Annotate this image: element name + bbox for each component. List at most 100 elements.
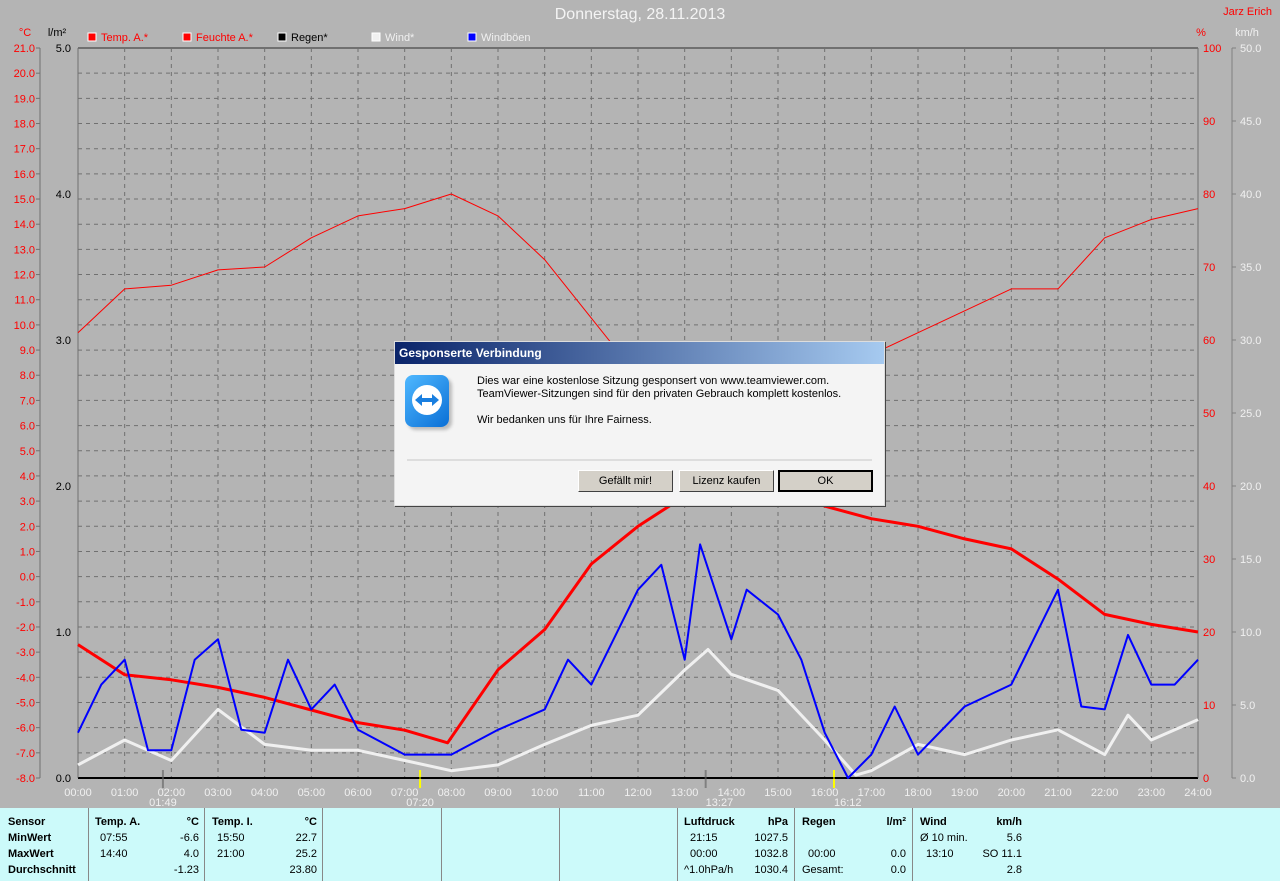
- temp-i-min-time: 15:50: [217, 832, 245, 844]
- x-tick-label: 03:00: [204, 787, 232, 799]
- humidity-tick-label: 30: [1203, 554, 1215, 566]
- temp-a-min: -6.6: [180, 832, 199, 844]
- wind-avg10: 5.6: [1006, 832, 1022, 844]
- temp-tick-label: -5.0: [16, 697, 35, 709]
- x-tick-label: 12:00: [624, 787, 652, 799]
- wind-tick-label: 40.0: [1240, 189, 1261, 201]
- temp-i-header: Temp. I.: [212, 816, 253, 828]
- temp-tick-label: 19.0: [14, 93, 35, 105]
- pressure-min: 1027.5: [754, 832, 788, 844]
- wind-tick-label: 50.0: [1240, 43, 1261, 55]
- like-button[interactable]: Gefällt mir!: [578, 470, 673, 492]
- wind-tick-label: 45.0: [1240, 116, 1261, 128]
- rain-tick-label: 4.0: [56, 189, 71, 201]
- temp-tick-label: 1.0: [20, 546, 35, 558]
- rain-tick-label: 0.0: [56, 773, 71, 785]
- dialog-separator: [407, 459, 872, 461]
- humidity-tick-label: 100: [1203, 43, 1221, 55]
- dialog-title[interactable]: Gesponserte Verbindung: [395, 342, 884, 364]
- x-tick-label: 18:00: [904, 787, 932, 799]
- pressure-min-time: 21:15: [690, 832, 718, 844]
- temp-tick-label: -6.0: [16, 723, 35, 735]
- wind-header: Wind: [920, 816, 947, 828]
- temp-tick-label: -2.0: [16, 622, 35, 634]
- legend-label: Wind*: [385, 32, 415, 44]
- temp-tick-label: 11.0: [14, 295, 35, 307]
- humidity-tick-label: 70: [1203, 262, 1215, 274]
- moonrise-icon: 01:49: [149, 797, 177, 808]
- pressure-unit: hPa: [767, 816, 788, 828]
- temp-tick-label: 2.0: [20, 521, 35, 533]
- x-tick-label: 05:00: [298, 787, 326, 799]
- temp-a-max: 4.0: [183, 848, 199, 860]
- x-tick-label: 00:00: [64, 787, 92, 799]
- legend-label: Feuchte A.*: [196, 32, 254, 44]
- moonset-icon: 13:27: [706, 797, 734, 808]
- legend-label: Windböen: [481, 32, 531, 44]
- temp-tick-label: 12.0: [14, 270, 35, 282]
- row-max-label: MaxWert: [8, 848, 54, 860]
- sunset-icon: 16:12: [834, 797, 862, 808]
- x-tick-label: 20:00: [998, 787, 1026, 799]
- x-tick-label: 13:00: [671, 787, 699, 799]
- legend-swatch: [182, 32, 192, 42]
- dialog-message: Dies war eine kostenlose Sitzung gespons…: [477, 375, 841, 427]
- temp-i-unit: °C: [304, 816, 317, 828]
- rain-max-time: 00:00: [808, 848, 836, 860]
- humidity-tick-label: 40: [1203, 481, 1215, 493]
- stats-col-pressure: Luftdruck hPa 21:15 1027.5 00:00 1032.8 …: [678, 808, 795, 881]
- wind-tick-label: 15.0: [1240, 554, 1261, 566]
- temp-tick-label: 16.0: [14, 169, 35, 181]
- temp-tick-label: 17.0: [14, 144, 35, 156]
- wind-tick-label: 0.0: [1240, 773, 1255, 785]
- stats-col-temp-i: Temp. I. °C 15:50 22.7 21:00 25.2 23.80: [205, 808, 323, 881]
- x-tick-label: 22:00: [1091, 787, 1119, 799]
- temp-i-max-time: 21:00: [217, 848, 245, 860]
- humidity-tick-label: 60: [1203, 335, 1215, 347]
- pressure-max: 1032.8: [754, 848, 788, 860]
- temp-tick-label: -8.0: [16, 773, 35, 785]
- temp-tick-label: 7.0: [20, 395, 35, 407]
- temp-a-header: Temp. A.: [95, 816, 141, 828]
- rain-header: Regen: [802, 816, 836, 828]
- buy-license-button[interactable]: Lizenz kaufen: [679, 470, 774, 492]
- temp-tick-label: 15.0: [14, 194, 35, 206]
- x-tick-label: 10:00: [531, 787, 559, 799]
- temp-a-min-time: 07:55: [100, 832, 128, 844]
- wind-unit: km/h: [996, 816, 1022, 828]
- legend-swatch: [277, 32, 287, 42]
- temp-tick-label: -3.0: [16, 647, 35, 659]
- rain-unit: l/m²: [886, 816, 906, 828]
- temp-a-avg: -1.23: [173, 864, 199, 876]
- temp-tick-label: 14.0: [14, 219, 35, 231]
- temp-tick-label: 13.0: [14, 244, 35, 256]
- wind-tick-label: 25.0: [1240, 408, 1261, 420]
- temp-tick-label: -1.0: [16, 597, 35, 609]
- rain-tick-label: 2.0: [56, 481, 71, 493]
- stats-col-sensor: Sensor MinWert MaxWert Durchschnitt: [0, 808, 89, 881]
- x-tick-label: 24:00: [1184, 787, 1212, 799]
- pressure-header: Luftdruck: [684, 816, 735, 828]
- humidity-axis-unit: %: [1196, 27, 1206, 39]
- stats-col-wind: Wind km/h Ø 10 min. 5.6 13:10 SO 11.1 2.…: [913, 808, 1030, 881]
- x-tick-label: 17:00: [858, 787, 886, 799]
- temp-tick-label: 6.0: [20, 421, 35, 433]
- temp-i-min: 22.7: [295, 832, 317, 844]
- humidity-tick-label: 50: [1203, 408, 1215, 420]
- pressure-trend: ^1.0hPa/h: [684, 864, 734, 876]
- legend-label: Regen*: [291, 32, 328, 44]
- x-tick-label: 04:00: [251, 787, 279, 799]
- wind-tick-label: 20.0: [1240, 481, 1261, 493]
- stats-table: Sensor MinWert MaxWert Durchschnitt Temp…: [0, 808, 1280, 881]
- temp-tick-label: 20.0: [14, 68, 35, 80]
- stats-col-empty-1: [323, 808, 442, 881]
- temp-tick-label: 18.0: [14, 119, 35, 131]
- rain-axis-unit: l/m²: [48, 27, 67, 39]
- dialog-line-1: Dies war eine kostenlose Sitzung gespons…: [477, 375, 830, 387]
- legend-label: Temp. A.*: [101, 32, 149, 44]
- wind-avg: 2.8: [1006, 864, 1022, 876]
- temp-tick-label: 0.0: [20, 572, 35, 584]
- ok-button[interactable]: OK: [778, 470, 873, 492]
- wind-tick-label: 5.0: [1240, 700, 1255, 712]
- dialog-line-3: Wir bedanken uns für Ihre Fairness.: [477, 414, 652, 426]
